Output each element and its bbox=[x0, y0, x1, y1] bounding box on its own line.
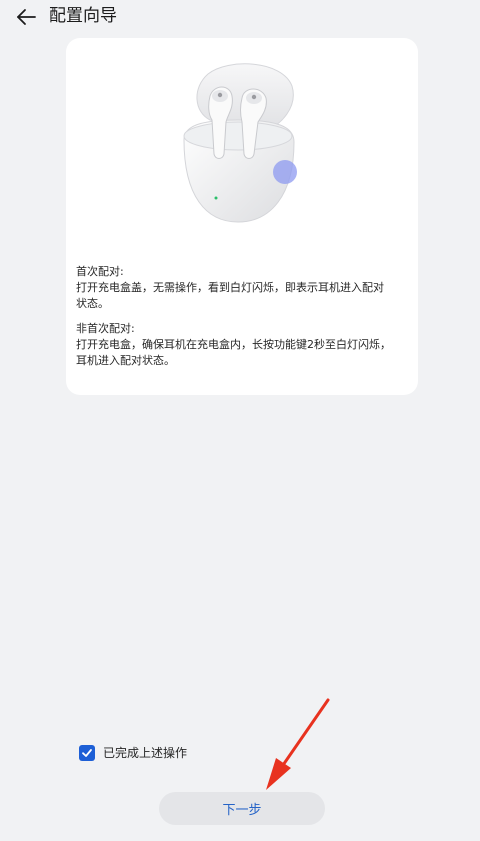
app-header: 配置向导 bbox=[0, 0, 480, 36]
checkmark-icon bbox=[82, 749, 92, 757]
non-first-pairing-line: 打开充电盒，确保耳机在充电盒内，长按功能键2秒至白灯闪烁， bbox=[76, 338, 391, 351]
next-step-button[interactable]: 下一步 bbox=[159, 792, 325, 825]
arrow-left-icon bbox=[17, 9, 36, 25]
confirm-label: 已完成上述操作 bbox=[103, 746, 188, 760]
first-pairing-line: 打开充电盒盖，无需操作，看到白灯闪烁，即表示耳机进入配对 bbox=[76, 281, 384, 294]
back-button[interactable] bbox=[12, 3, 40, 31]
page-title: 配置向导 bbox=[49, 6, 117, 26]
confirm-checkbox-row[interactable]: 已完成上述操作 bbox=[79, 744, 187, 762]
non-first-pairing-heading: 非首次配对: bbox=[76, 322, 135, 335]
pairing-instructions: 首次配对: 打开充电盒盖，无需操作，看到白灯闪烁，即表示耳机进入配对 状态。 非… bbox=[76, 264, 408, 369]
non-first-pairing-section: 非首次配对: 打开充电盒，确保耳机在充电盒内，长按功能键2秒至白灯闪烁， 耳机进… bbox=[76, 321, 408, 369]
confirm-checkbox[interactable] bbox=[79, 745, 95, 761]
first-pairing-section: 首次配对: 打开充电盒盖，无需操作，看到白灯闪烁，即表示耳机进入配对 状态。 bbox=[76, 264, 408, 312]
first-pairing-line: 状态。 bbox=[76, 297, 109, 310]
first-pairing-heading: 首次配对: bbox=[76, 265, 124, 278]
earbuds-case-illustration bbox=[183, 63, 297, 223]
pairing-guide-card: 首次配对: 打开充电盒盖，无需操作，看到白灯闪烁，即表示耳机进入配对 状态。 非… bbox=[66, 38, 418, 395]
non-first-pairing-line: 耳机进入配对状态。 bbox=[76, 354, 175, 367]
